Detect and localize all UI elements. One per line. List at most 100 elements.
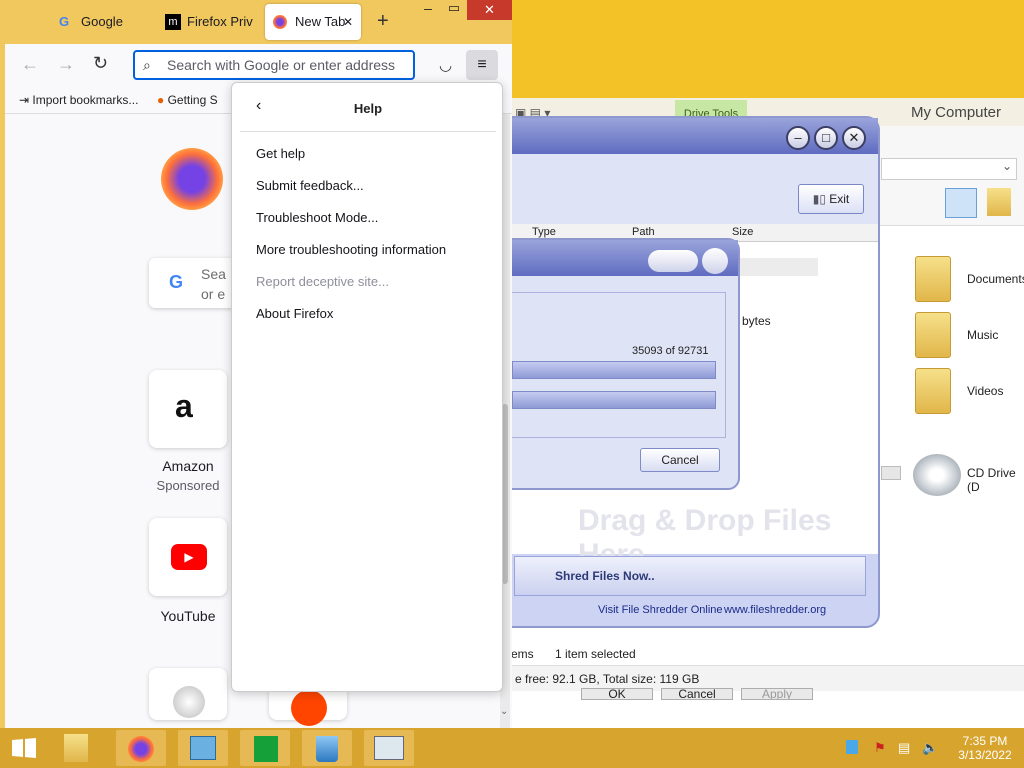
exit-button[interactable]: ▮▯ Exit [798,184,864,214]
tab-new-tab[interactable]: New Tab ✕ [265,4,361,40]
page-search-box[interactable]: G Sea or e [149,258,239,308]
tab-firefox-privacy[interactable]: m Firefox Priv [157,4,253,40]
troubleshoot-mode-item[interactable]: Troubleshoot Mode... [256,210,378,225]
shredder-bin-icon [316,736,338,762]
amazon-tile[interactable]: a [149,370,227,448]
documents-folder-label[interactable]: Documents [967,272,1024,286]
getting-started-link[interactable]: ● Getting S [157,93,218,107]
close-button[interactable]: ✕ [842,126,866,150]
column-type[interactable]: Type [532,226,556,238]
firefox-close-button[interactable]: ✕ [467,0,512,20]
volume-muted-icon[interactable]: 🔈 [922,740,938,756]
videos-folder-icon[interactable] [915,368,951,414]
website-link[interactable]: www.fileshredder.org [724,604,826,616]
cd-drive-label[interactable]: CD Drive (D [967,466,1024,494]
file-row-highlight[interactable] [732,258,818,276]
documents-folder-icon[interactable] [915,256,951,302]
control-panel-icon [190,736,216,760]
progress-titlebar [512,240,738,276]
reddit-logo-icon [291,690,327,726]
youtube-tile[interactable]: ▶ [149,518,227,596]
minimize-button[interactable]: – [786,126,810,150]
about-firefox-item[interactable]: About Firefox [256,306,333,321]
back-arrow-icon[interactable]: ← [21,54,39,75]
start-button[interactable] [0,728,48,768]
pane-layout-icon[interactable] [945,188,977,218]
firefox-maximize-button[interactable]: ▭ [441,0,467,20]
help-menu-panel: ‹ Help Get help Submit feedback... Troub… [231,82,503,692]
music-folder-icon[interactable] [915,312,951,358]
url-placeholder: Search with Google or enter address [167,57,396,73]
system-monitor-taskbar-icon[interactable] [364,730,414,766]
shredder-toolbar: ▮▯ Exit [512,154,878,224]
address-bar-dropdown[interactable]: ⌄ [881,158,1017,180]
app-menu-button[interactable]: ≡ [466,50,498,80]
pocket-icon[interactable]: ◡ [439,56,452,74]
apply-button[interactable]: Apply [741,688,813,700]
control-panel-taskbar-icon[interactable] [178,730,228,766]
videos-folder-label[interactable]: Videos [967,384,1003,398]
visit-online-link[interactable]: Visit File Shredder Online [598,604,723,616]
tab-close-icon[interactable]: ✕ [343,4,353,40]
file-progress-bar [512,361,716,379]
progress-cancel-button[interactable]: Cancel [640,448,720,472]
report-deceptive-site-item[interactable]: Report deceptive site... [256,274,389,289]
tab-new-tab-label: New Tab [295,14,346,29]
firefox-taskbar-icon[interactable] [116,730,166,766]
firefox-minimize-button[interactable]: – [415,0,441,20]
google-g-icon: G [59,14,70,29]
clock-date: 3/13/2022 [958,748,1012,762]
windows-logo-icon [12,738,36,758]
music-folder-label[interactable]: Music [967,328,998,342]
youtube-logo-icon: ▶ [171,544,207,570]
google-search-icon: G [169,272,184,292]
tab-google-label: Google [81,14,123,29]
progress-titlebar-pill [648,250,698,272]
exit-door-icon: ▮▯ [812,192,830,206]
ok-button[interactable]: OK [581,688,653,700]
getting-started-label: Getting S [167,93,218,107]
page-search-text-1: Sea [201,266,226,282]
import-icon: ⇥ [19,93,33,107]
reload-icon[interactable]: ↻ [93,53,108,74]
status-item-count: ems [511,647,534,661]
scroll-down-icon[interactable]: ⌄ [500,706,508,717]
url-search-input[interactable]: ⌕ Search with Google or enter address [133,50,415,80]
maximize-button[interactable]: □ [814,126,838,150]
youtube-tile-label[interactable]: YouTube [133,608,243,624]
exit-label: Exit [829,192,850,206]
new-tab-plus-icon[interactable]: + [377,10,389,33]
firefox-taskbar-logo-icon [128,736,154,762]
shred-files-now-button[interactable]: Shred Files Now.. [514,556,866,596]
get-help-item[interactable]: Get help [256,146,305,161]
hamburger-icon: ≡ [477,56,487,73]
shredder-titlebar: – □ ✕ [512,118,878,154]
import-bookmarks-label: Import bookmarks... [32,93,139,107]
store-taskbar-icon[interactable] [240,730,290,766]
file-explorer-taskbar-icon[interactable] [54,730,104,766]
cancel-button[interactable]: Cancel [661,688,733,700]
import-bookmarks-link[interactable]: ⇥ Import bookmarks... [19,93,138,107]
cd-drive-icon[interactable] [913,454,961,496]
drive-capacity-bar [881,466,901,480]
more-troubleshooting-item[interactable]: More troubleshooting information [256,242,446,257]
total-progress-bar [512,391,716,409]
progress-group: 35093 of 92731 [512,292,726,438]
column-path[interactable]: Path [632,226,655,238]
file-shredder-taskbar-icon[interactable] [302,730,352,766]
column-size[interactable]: Size [732,226,753,238]
wikipedia-tile[interactable] [149,668,227,720]
amazon-tile-label[interactable]: Amazon [133,458,243,474]
shred-progress-dialog: 35093 of 92731 Cancel [510,238,740,490]
folder-options-icon[interactable] [987,188,1011,216]
action-center-icon[interactable]: ⚑ [874,740,886,756]
taskbar-clock[interactable]: 7:35 PM 3/13/2022 [950,734,1020,762]
amazon-logo-icon: a [175,388,193,424]
network-icon[interactable]: ▤ [898,740,910,756]
bytes-label: bytes [742,314,771,328]
notification-flag-icon[interactable] [846,740,858,754]
forward-arrow-icon[interactable]: → [57,54,75,75]
submit-feedback-item[interactable]: Submit feedback... [256,178,364,193]
tab-google[interactable]: G Google [51,4,151,40]
free-space-text: e free: 92.1 GB, Total size: 119 GB [515,672,700,686]
